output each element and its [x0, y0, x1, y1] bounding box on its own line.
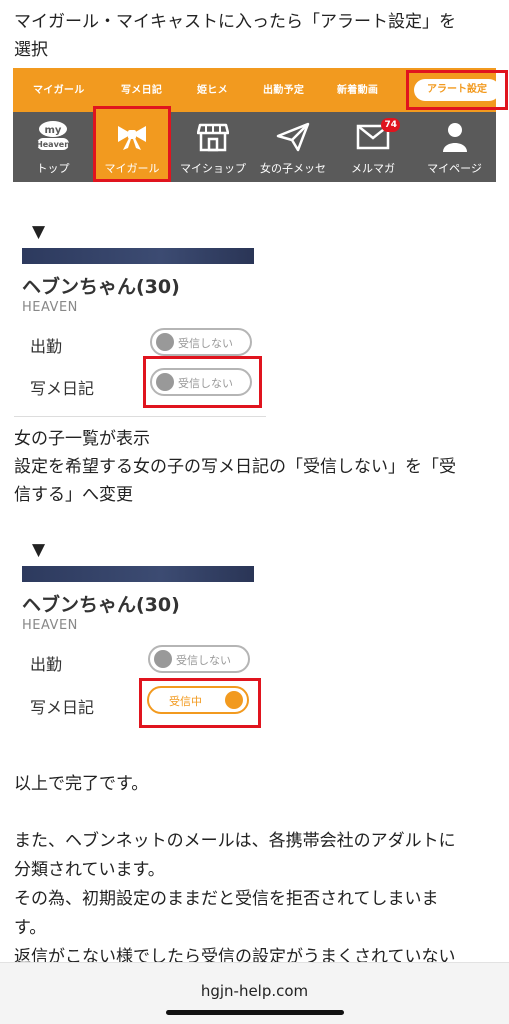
intro-text: マイガール・マイキャストに入ったら「アラート設定」を 選択 — [14, 8, 499, 64]
svg-text:my: my — [45, 125, 62, 136]
girl-name: ヘブンちゃん(30) — [22, 276, 180, 298]
photo-diary-label: 写メ日記 — [30, 379, 95, 398]
photo-diary-toggle[interactable]: 受信しない — [150, 368, 252, 396]
photo-diary-toggle-label: 受信しない — [178, 377, 233, 390]
tab-photo-diary[interactable]: 写メ日記 — [121, 81, 162, 96]
attendance-toggle-label: 受信しない — [178, 337, 233, 350]
profile-photo — [22, 566, 254, 582]
url-text[interactable]: hgjn-help.com — [0, 982, 509, 1000]
notice-text: また、ヘブンネットのメールは、各携帯会社のアダルトに 分類されています。 その為… — [14, 827, 499, 972]
toggle-knob — [154, 650, 172, 668]
mail-count-badge: 74 — [381, 118, 400, 132]
girl-name: ヘブンちゃん(30) — [22, 594, 180, 616]
nav-my-girl[interactable]: マイガール — [93, 112, 171, 182]
nav-my-page-label: マイページ — [427, 162, 482, 175]
photo-diary-toggle[interactable]: 受信中 — [147, 686, 249, 714]
orange-tab-bar: マイガール 写メ日記 姫ヒメ 出勤予定 新着動画 アラート設定 — [13, 68, 508, 112]
home-indicator[interactable] — [166, 1010, 344, 1015]
tab-new-video[interactable]: 新着動画 — [337, 81, 378, 96]
photo-diary-label: 写メ日記 — [30, 698, 95, 717]
notice-line-3: その為、初期設定のままだと受信を拒否されてしまいま — [14, 889, 439, 909]
down-arrow-1: ▼ — [32, 222, 46, 242]
nav-girl-message[interactable]: 女の子メッセ — [253, 112, 333, 182]
middle-line-3: 信する」へ変更 — [14, 485, 133, 505]
down-arrow-2: ▼ — [32, 540, 46, 560]
nav-girl-message-label: 女の子メッセ — [260, 162, 326, 175]
notice-line-1: また、ヘブンネットのメールは、各携帯会社のアダルトに — [14, 831, 456, 851]
tab-my-girl[interactable]: マイガール — [33, 81, 85, 96]
mail-icon: 74 — [356, 118, 400, 154]
toggle-knob — [156, 373, 174, 391]
intro-line-1: マイガール・マイキャストに入ったら「アラート設定」を — [14, 12, 456, 32]
nav-mail-magazine-label: メルマガ — [351, 162, 395, 175]
toggle-knob — [225, 691, 243, 709]
middle-line-1: 女の子一覧が表示 — [14, 429, 150, 449]
attendance-label: 出勤 — [30, 337, 63, 356]
done-text: 以上で完了です。 — [14, 774, 149, 794]
notice-line-4: す。 — [14, 918, 47, 938]
profile-photo — [22, 248, 254, 264]
attendance-label: 出勤 — [30, 655, 63, 674]
paper-plane-icon — [276, 122, 310, 156]
shop-name: HEAVEN — [22, 618, 78, 633]
notice-line-2: 分類されています。 — [14, 860, 165, 880]
nav-mail-magazine[interactable]: 74 メルマガ — [335, 112, 411, 182]
profile-card-after: ヘブンちゃん(30) HEAVEN 出勤 受信しない 写メ日記 受信中 — [14, 566, 261, 731]
divider — [14, 416, 266, 417]
my-heaven-logo-icon: my Heaven — [31, 120, 75, 158]
ribbon-icon — [115, 122, 149, 156]
toggle-knob — [156, 333, 174, 351]
alert-settings-highlight: アラート設定 — [406, 70, 508, 110]
middle-line-2: 設定を希望する女の子の写メ日記の「受信しない」を「受 — [14, 457, 456, 477]
attendance-toggle[interactable]: 受信しない — [148, 645, 250, 673]
profile-card-before: ヘブンちゃん(30) HEAVEN 出勤 受信しない 写メ日記 受信しない — [14, 248, 262, 413]
photo-diary-toggle-label: 受信中 — [169, 695, 202, 708]
attendance-toggle-label: 受信しない — [176, 654, 231, 667]
shop-name: HEAVEN — [22, 300, 78, 315]
nav-my-shop-label: マイショップ — [180, 162, 246, 175]
bottom-nav-bar: my Heaven トップ マイガール マイショップ 女の子メッセ 74 メルマ… — [13, 106, 496, 182]
tab-schedule[interactable]: 出勤予定 — [263, 81, 304, 96]
alert-settings-button[interactable]: アラート設定 — [414, 79, 500, 101]
nav-my-shop[interactable]: マイショップ — [175, 112, 251, 182]
svg-text:Heaven: Heaven — [36, 140, 70, 149]
attendance-toggle[interactable]: 受信しない — [150, 328, 252, 356]
shop-icon — [196, 122, 230, 156]
nav-my-girl-label: マイガール — [104, 162, 160, 175]
nav-top[interactable]: my Heaven トップ — [13, 112, 93, 182]
user-icon — [441, 122, 469, 156]
tab-hime[interactable]: 姫ヒメ — [197, 81, 228, 96]
nav-top-label: トップ — [36, 162, 70, 175]
intro-line-2: 選択 — [14, 40, 48, 60]
middle-text: 女の子一覧が表示 設定を希望する女の子の写メ日記の「受信しない」を「受 信する」… — [14, 425, 499, 509]
nav-my-page[interactable]: マイページ — [413, 112, 496, 182]
